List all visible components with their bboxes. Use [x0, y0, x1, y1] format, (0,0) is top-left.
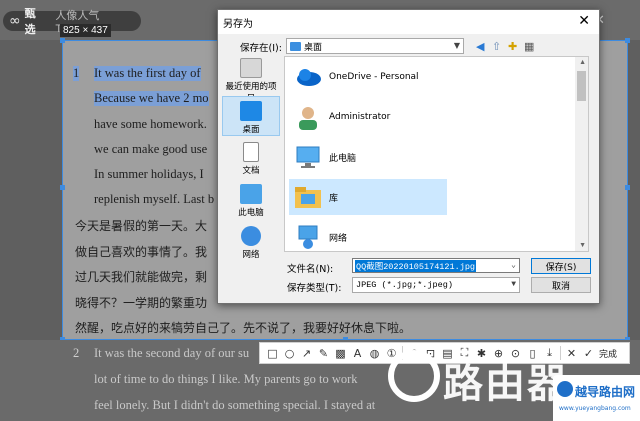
brand-label: 甄选	[24, 8, 36, 36]
paragraph-number: 2	[73, 346, 80, 360]
marker-tool-icon[interactable]: ◍	[366, 344, 383, 362]
dialog-close-icon[interactable]: ✕	[578, 13, 590, 29]
filename-input[interactable]: QQ截图20220105174121.jpg ⌄	[352, 258, 520, 273]
list-item[interactable]: 网络	[289, 219, 447, 251]
watermark-badge: 越导路由网 www.yueyangbang.com	[553, 375, 640, 421]
resize-handle[interactable]	[60, 185, 65, 190]
mosaic-tool-icon[interactable]: ▩	[332, 344, 349, 362]
user-icon	[299, 107, 317, 130]
doc-line-cn: 今天是暑假的第一天。大	[75, 219, 208, 233]
dialog-title: 另存为	[223, 19, 253, 30]
place-this-pc[interactable]: 此电脑	[222, 184, 280, 218]
desktop-icon	[240, 101, 262, 121]
view-menu-icon[interactable]: ▦	[524, 40, 534, 53]
scroll-down-icon[interactable]: ▼	[579, 242, 586, 249]
doc-line-cn: 过几天我们就能做完，剩	[75, 270, 208, 284]
places-bar: 最近使用的项目 桌面 文档 此电脑 网络	[222, 56, 280, 260]
library-icon	[295, 187, 321, 208]
arrow-tool-icon[interactable]: ↗	[298, 344, 315, 362]
up-folder-icon[interactable]: ⇧	[492, 40, 501, 53]
list-item[interactable]: 此电脑	[289, 139, 447, 175]
doc-line: In summer holidays, I	[94, 167, 204, 181]
resize-handle[interactable]	[625, 38, 630, 43]
doc-line-cn: 然醒，吃点好的来犒劳自己了。先不说了，我要好好休息下啦。	[75, 321, 412, 335]
selection-size-label: 825 × 437	[60, 24, 111, 37]
filename-value: QQ截图20220105174121.jpg	[355, 259, 477, 272]
doc-line-cn: 晓得不？一学期的繁重功	[75, 296, 208, 310]
new-folder-icon[interactable]: ✚	[508, 40, 517, 53]
recent-icon	[240, 58, 262, 78]
router-logo-icon	[557, 381, 573, 397]
save-as-dialog: 另存为 ✕ 保存在(I): 桌面 ▼ ◀ ⇧ ✚ ▦ 最近使用的项目 桌面 文档…	[217, 9, 600, 304]
place-desktop[interactable]: 桌面	[222, 96, 280, 136]
save-in-value: 桌面	[304, 42, 323, 53]
scrollbar[interactable]: ▲ ▼	[575, 57, 588, 251]
filetype-select[interactable]: JPEG (*.jpg;*.jpeg) ▼	[352, 277, 520, 293]
doc-line: It was the second day of our su	[94, 346, 250, 360]
back-icon[interactable]: ◀	[476, 40, 484, 53]
badge-title: 越导路由网	[575, 385, 636, 399]
cloud-icon	[297, 69, 321, 86]
ellipse-tool-icon[interactable]: ○	[281, 344, 298, 362]
doc-line: It was the first day of	[94, 66, 201, 81]
file-list[interactable]: OneDrive - Personal Administrator 此电脑 库 …	[284, 56, 589, 252]
chevron-down-icon: ▼	[453, 41, 460, 50]
text-tool-icon[interactable]: A	[349, 344, 366, 362]
doc-line: have some homework.	[94, 117, 207, 131]
paragraph-number: 1	[73, 66, 80, 81]
watermark-logo-icon	[388, 350, 440, 402]
this-pc-icon	[240, 184, 262, 204]
place-network[interactable]: 网络	[222, 226, 280, 260]
filetype-label: 保存类型(T):	[287, 283, 342, 294]
network-icon	[241, 226, 261, 246]
list-item[interactable]: Administrator	[289, 99, 447, 135]
watermark-text: 路由器	[443, 361, 569, 407]
badge-url: www.yueyangbang.com	[559, 405, 631, 412]
doc-line-cn: 做自己喜欢的事情了。我	[75, 245, 208, 259]
doc-line: lot of time to do things I like. My pare…	[94, 372, 358, 386]
filename-label: 文件名(N):	[287, 264, 334, 275]
scroll-thumb[interactable]	[577, 71, 586, 101]
list-item[interactable]: OneDrive - Personal	[289, 59, 447, 95]
infinity-logo-icon: ∞	[9, 13, 21, 29]
dialog-title-bar[interactable]: 另存为 ✕	[218, 10, 599, 34]
list-item[interactable]: 库	[289, 179, 447, 215]
save-button[interactable]: 保存(S)	[531, 258, 591, 274]
documents-icon	[243, 142, 259, 162]
doc-line: replenish myself. Last b	[94, 192, 215, 206]
network-icon	[298, 225, 318, 249]
resize-handle[interactable]	[60, 38, 65, 43]
resize-handle[interactable]	[625, 185, 630, 190]
doc-line: we can make good use	[94, 142, 208, 156]
scroll-up-icon[interactable]: ▲	[579, 59, 586, 66]
computer-icon	[296, 146, 320, 168]
save-in-label: 保存在(I):	[240, 43, 282, 54]
place-documents[interactable]: 文档	[222, 142, 280, 176]
check-icon[interactable]: ✓	[580, 344, 597, 362]
rectangle-tool-icon[interactable]: □	[264, 344, 281, 362]
doc-line: Because we have 2 mo	[94, 91, 209, 106]
desktop-folder-icon	[290, 41, 301, 51]
chevron-down-icon: ▼	[511, 280, 516, 289]
doc-line: feel lonely. But I didn't do something s…	[94, 398, 376, 412]
filetype-value: JPEG (*.jpg;*.jpeg)	[356, 280, 453, 290]
cancel-button[interactable]: 取消	[531, 277, 591, 293]
chevron-down-icon: ⌄	[511, 261, 516, 270]
pen-tool-icon[interactable]: ✎	[315, 344, 332, 362]
save-in-select[interactable]: 桌面 ▼	[286, 38, 464, 54]
done-button[interactable]: 完成	[599, 347, 617, 360]
